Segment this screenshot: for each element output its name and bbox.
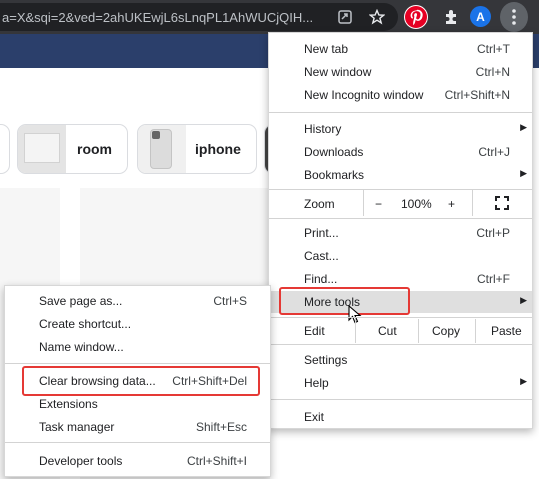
address-bar-url[interactable]: a=X&sqi=2&ved=2ahUKEwjL6sLnqPL1AhWUCjQIH… bbox=[2, 10, 313, 25]
share-icon[interactable] bbox=[337, 9, 353, 25]
menu-item-label: Help bbox=[304, 376, 329, 390]
menu-item-label: Save page as... bbox=[39, 294, 123, 308]
menu-item-new-incognito-window[interactable]: New Incognito window Ctrl+Shift+N bbox=[269, 84, 532, 106]
menu-item-task-manager[interactable]: Task manager Shift+Esc bbox=[5, 416, 270, 438]
menu-item-label: Find... bbox=[304, 272, 338, 286]
menu-item-shortcut: Ctrl+P bbox=[476, 226, 510, 240]
menu-item-help[interactable]: Help ▶ bbox=[269, 372, 532, 394]
zoom-in-button[interactable]: + bbox=[448, 197, 455, 211]
menu-item-label: Downloads bbox=[304, 145, 364, 159]
menu-item-label: Bookmarks bbox=[304, 168, 365, 182]
menu-item-shortcut: Ctrl+J bbox=[478, 145, 510, 159]
edit-divider bbox=[475, 319, 476, 343]
menu-item-bookmarks[interactable]: Bookmarks ▶ bbox=[269, 164, 532, 186]
related-search-chip[interactable] bbox=[0, 124, 10, 174]
menu-item-label: Task manager bbox=[39, 420, 115, 434]
menu-item-settings[interactable]: Settings bbox=[269, 349, 532, 371]
menu-item-label: New tab bbox=[304, 42, 349, 56]
profile-avatar[interactable]: A bbox=[470, 6, 491, 27]
submenu-arrow-icon: ▶ bbox=[520, 376, 527, 386]
menu-item-label: Exit bbox=[304, 410, 325, 424]
copy-button[interactable]: Copy bbox=[432, 324, 460, 338]
menu-item-new-window[interactable]: New window Ctrl+N bbox=[269, 61, 532, 83]
pinterest-extension-icon[interactable] bbox=[404, 5, 428, 29]
chip-label: iphone bbox=[195, 141, 241, 157]
extensions-puzzle-icon[interactable] bbox=[441, 6, 463, 28]
bookmark-star-icon[interactable] bbox=[368, 8, 386, 25]
highlight-box-clear-browsing bbox=[22, 366, 260, 396]
zoom-divider bbox=[363, 190, 364, 216]
menu-item-shortcut: Ctrl+S bbox=[213, 294, 247, 308]
menu-item-history[interactable]: History ▶ bbox=[269, 118, 532, 140]
chip-thumbnail bbox=[138, 125, 186, 173]
menu-item-cast[interactable]: Cast... bbox=[269, 245, 532, 267]
cut-button[interactable]: Cut bbox=[378, 324, 397, 338]
menu-item-create-shortcut[interactable]: Create shortcut... bbox=[5, 313, 270, 335]
related-search-chip-room[interactable]: room bbox=[17, 124, 128, 174]
edit-divider bbox=[418, 319, 419, 343]
menu-item-label: New Incognito window bbox=[304, 88, 424, 102]
menu-item-print[interactable]: Print... Ctrl+P bbox=[269, 222, 532, 244]
menu-separator bbox=[269, 399, 532, 400]
submenu-arrow-icon: ▶ bbox=[520, 122, 527, 132]
menu-separator bbox=[269, 344, 532, 345]
menu-item-developer-tools[interactable]: Developer tools Ctrl+Shift+I bbox=[5, 450, 270, 472]
menu-item-shortcut: Ctrl+Shift+N bbox=[444, 88, 510, 102]
menu-separator bbox=[269, 189, 532, 190]
menu-separator bbox=[269, 112, 532, 113]
address-bar[interactable]: a=X&sqi=2&ved=2ahUKEwjL6sLnqPL1AhWUCjQIH… bbox=[0, 3, 398, 31]
menu-item-label: Cast... bbox=[304, 249, 339, 263]
zoom-divider bbox=[472, 190, 473, 216]
menu-separator bbox=[269, 317, 532, 318]
menu-item-new-tab[interactable]: New tab Ctrl+T bbox=[269, 38, 532, 60]
chrome-menu-button[interactable] bbox=[500, 2, 528, 32]
menu-item-label: Edit bbox=[304, 324, 325, 338]
menu-item-name-window[interactable]: Name window... bbox=[5, 336, 270, 358]
menu-item-label: Zoom bbox=[304, 197, 335, 211]
menu-item-label: Settings bbox=[304, 353, 348, 367]
highlight-box-more-tools bbox=[279, 287, 410, 315]
more-tools-submenu: Save page as... Ctrl+S Create shortcut..… bbox=[4, 285, 271, 477]
chrome-main-menu: New tab Ctrl+T New window Ctrl+N New Inc… bbox=[268, 32, 533, 429]
menu-row-zoom: Zoom − 100% + bbox=[269, 190, 532, 216]
menu-item-label: Developer tools bbox=[39, 454, 123, 468]
menu-item-label: Print... bbox=[304, 226, 339, 240]
related-search-chip-iphone[interactable]: iphone bbox=[137, 124, 257, 174]
menu-item-shortcut: Shift+Esc bbox=[195, 420, 247, 434]
menu-item-shortcut: Ctrl+T bbox=[477, 42, 510, 56]
menu-item-shortcut: Ctrl+N bbox=[475, 65, 510, 79]
submenu-arrow-icon: ▶ bbox=[520, 295, 527, 305]
fullscreen-icon[interactable] bbox=[495, 196, 509, 213]
submenu-arrow-icon: ▶ bbox=[520, 168, 527, 178]
browser-toolbar: a=X&sqi=2&ved=2ahUKEwjL6sLnqPL1AhWUCjQIH… bbox=[0, 0, 539, 34]
menu-item-shortcut: Ctrl+Shift+I bbox=[186, 454, 247, 468]
menu-separator bbox=[5, 442, 270, 443]
avatar-letter: A bbox=[476, 9, 485, 24]
menu-separator bbox=[269, 218, 532, 219]
chip-thumbnail bbox=[18, 125, 66, 173]
menu-item-label: History bbox=[304, 122, 342, 136]
menu-item-label: New window bbox=[304, 65, 372, 79]
menu-item-save-page[interactable]: Save page as... Ctrl+S bbox=[5, 290, 270, 312]
menu-item-label: Create shortcut... bbox=[39, 317, 132, 331]
three-dots-vertical-icon bbox=[512, 9, 516, 25]
menu-item-extensions[interactable]: Extensions bbox=[5, 393, 270, 415]
menu-separator bbox=[5, 363, 270, 364]
zoom-out-button[interactable]: − bbox=[375, 197, 382, 211]
menu-item-label: Extensions bbox=[39, 397, 98, 411]
menu-item-label: Name window... bbox=[39, 340, 124, 354]
menu-item-shortcut: Ctrl+F bbox=[477, 272, 510, 286]
chip-label: room bbox=[77, 141, 112, 157]
paste-button[interactable]: Paste bbox=[491, 324, 522, 338]
menu-row-edit: Edit Cut Copy Paste bbox=[269, 319, 532, 343]
zoom-level: 100% bbox=[401, 197, 432, 211]
menu-item-downloads[interactable]: Downloads Ctrl+J bbox=[269, 141, 532, 163]
edit-divider bbox=[355, 319, 356, 343]
menu-item-exit[interactable]: Exit bbox=[269, 406, 532, 428]
